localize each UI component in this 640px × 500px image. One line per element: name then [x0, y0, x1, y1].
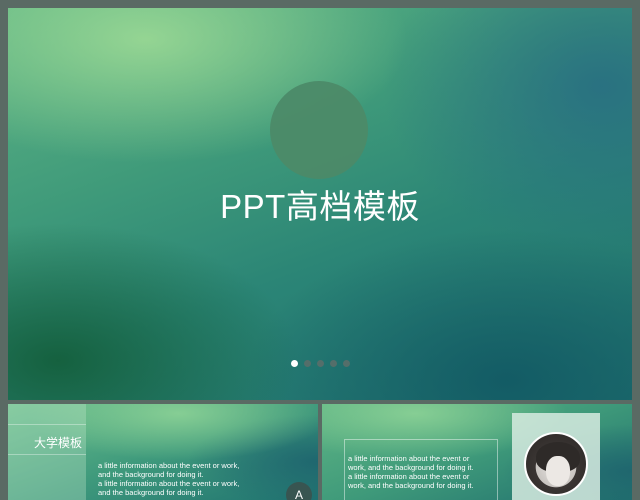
thumbnail-body-text: a little information about the event or …: [348, 454, 498, 490]
divider: [8, 454, 86, 455]
letter-badge: A: [286, 482, 312, 500]
text-line: and the background for doing it.: [98, 470, 204, 479]
avatar-face: [546, 456, 570, 486]
text-line: and the background for doing it.: [98, 488, 204, 497]
pagination-dot-3[interactable]: [316, 360, 324, 367]
pagination-dot-1[interactable]: [290, 360, 298, 367]
text-line: work, and the background for doing it.: [348, 463, 474, 472]
text-line: a little information about the event or …: [98, 461, 240, 470]
text-line: a little information about the event or: [348, 472, 470, 481]
thumbnail-body-text: a little information about the event or …: [98, 461, 278, 497]
pagination-dot-5[interactable]: [342, 360, 350, 367]
text-line: a little information about the event or …: [98, 479, 240, 488]
photo-card: [512, 413, 600, 500]
divider: [8, 424, 86, 425]
text-line: a little information about the event or: [348, 454, 470, 463]
thumbnail-side-panel: [8, 404, 86, 500]
pagination-dot-2[interactable]: [303, 360, 311, 367]
thumbnail-slide-right[interactable]: a little information about the event or …: [322, 404, 632, 500]
thumbnail-panel-title: 大学模板: [34, 436, 83, 450]
text-line: work, and the background for doing it.: [348, 481, 474, 490]
thumbnail-slide-left[interactable]: 大学模板 a little information about the even…: [8, 404, 318, 500]
portrait-avatar: [524, 432, 588, 496]
slide-pagination: [8, 360, 632, 367]
pagination-dot-4[interactable]: [329, 360, 337, 367]
main-slide: PPT高档模板: [8, 8, 632, 400]
slide-title: PPT高档模板: [220, 188, 420, 225]
logo-circle: [270, 81, 368, 179]
